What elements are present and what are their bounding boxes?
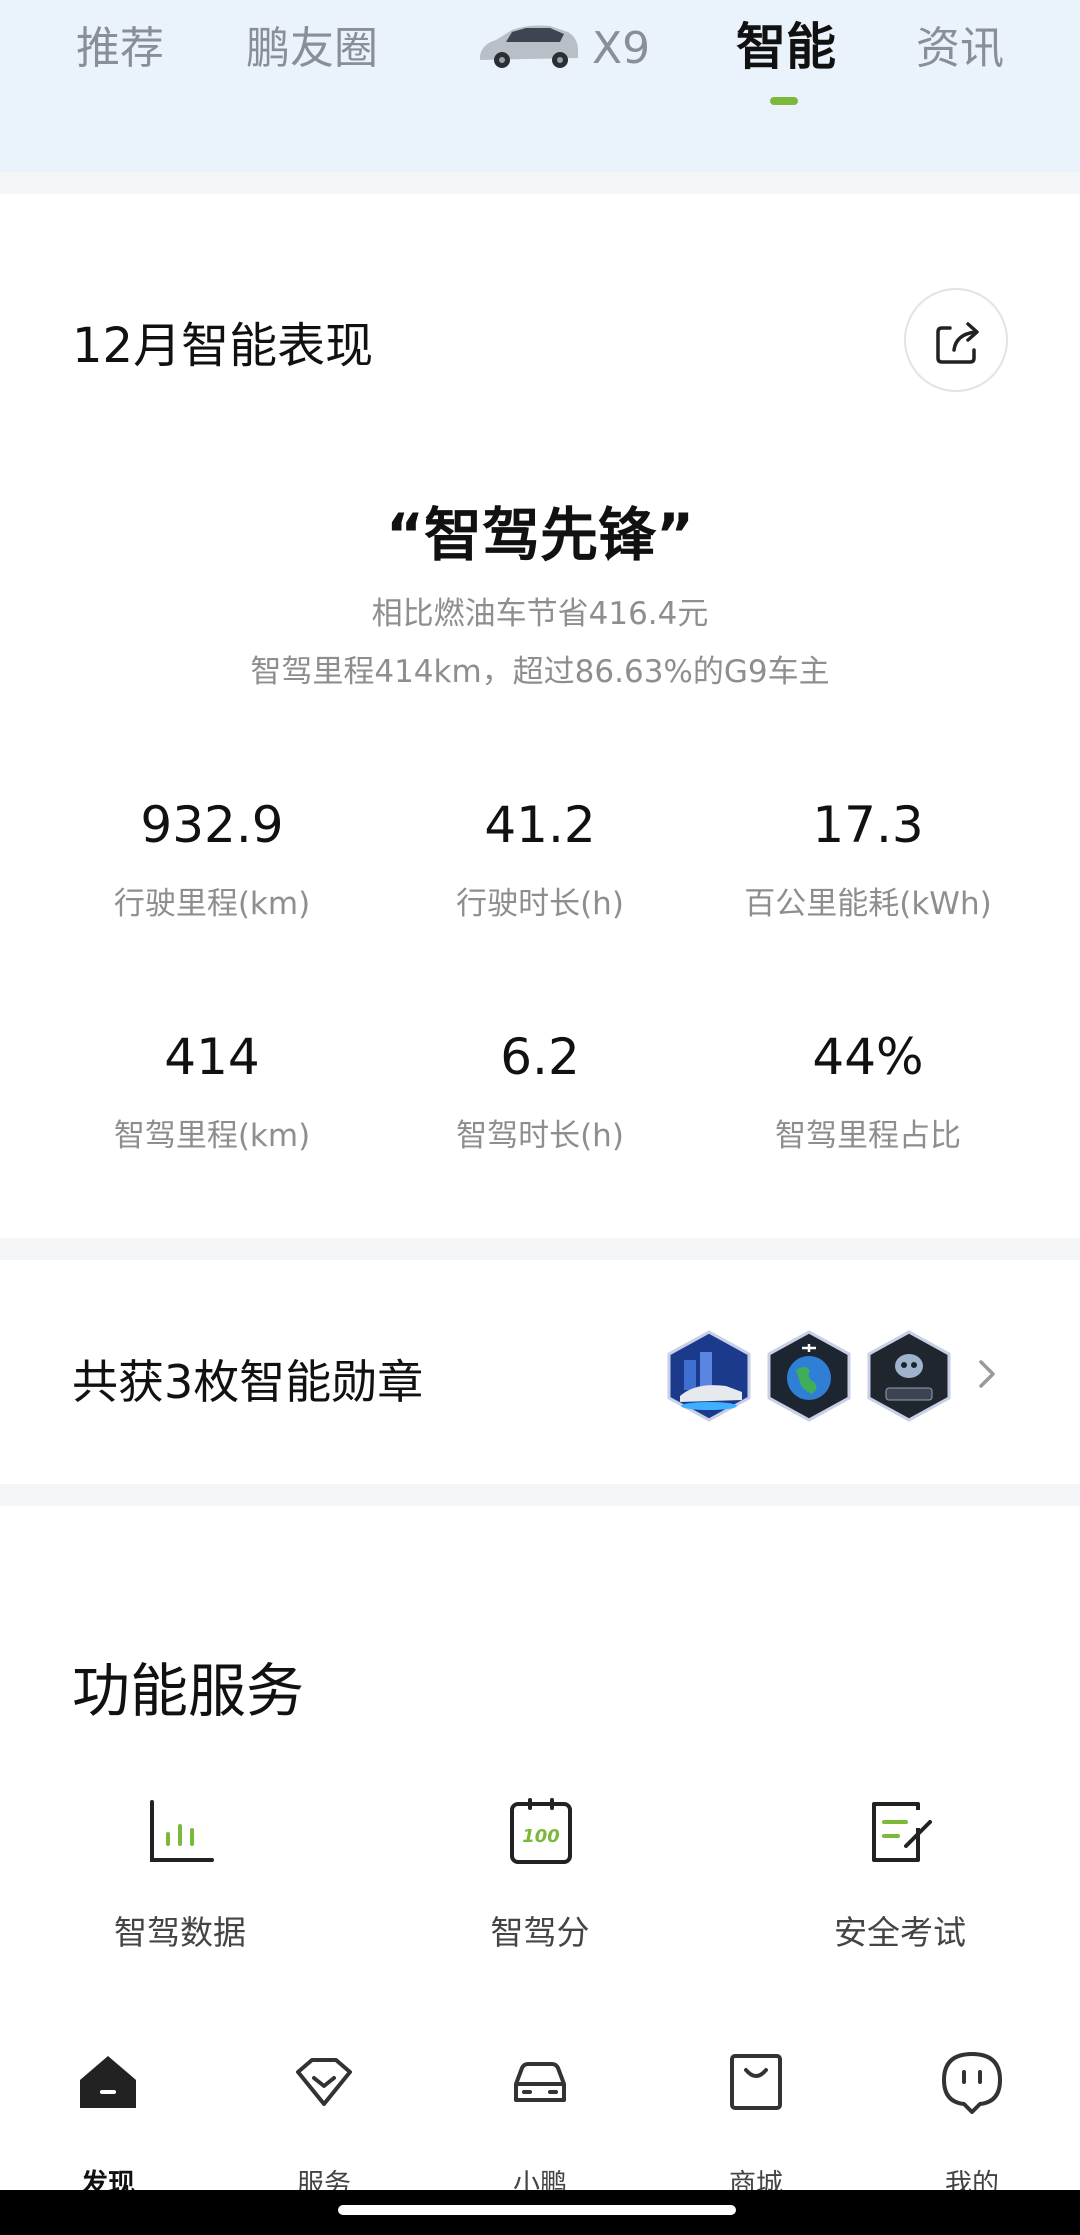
safety-exam-item[interactable]: 安全考试 — [720, 1796, 1080, 1996]
chevron-right-icon[interactable] — [972, 1354, 1002, 1394]
badges-title[interactable]: 共获3枚智能勋章 — [72, 1346, 423, 1412]
stat-label: 智驾里程占比 — [775, 1118, 961, 1154]
shop-bag-icon — [730, 2054, 782, 2110]
stat-value: 41.2 — [484, 796, 596, 854]
stat-value: 932.9 — [140, 796, 284, 854]
stat-value: 414 — [164, 1028, 260, 1086]
section-divider — [0, 1484, 1080, 1506]
xiaop-robot-badge-icon[interactable] — [866, 1330, 952, 1422]
bottom-nav: 发现 服务 小鹏 商城 我的 — [0, 2020, 1080, 2200]
nav-xpeng[interactable]: 小鹏 — [432, 2050, 648, 2200]
savings-text: 相比燃油车节省416.4元 — [371, 596, 709, 632]
score-glyph: 100 — [522, 1826, 560, 1847]
section-divider — [0, 1238, 1080, 1260]
driving-score-item[interactable]: 100 智驾分 — [360, 1796, 720, 1996]
nav-service[interactable]: 服务 — [216, 2050, 432, 2200]
score-100-icon: 100 — [510, 1798, 572, 1864]
nav-mine[interactable]: 我的 — [864, 2050, 1080, 2200]
profile-icon — [942, 2052, 1002, 2114]
active-tab-indicator — [770, 97, 798, 105]
report-title: 12月智能表现 — [72, 318, 374, 374]
x9-car-icon[interactable] — [476, 22, 582, 70]
nav-discover[interactable]: 发现 — [0, 2050, 216, 2200]
tab-smart[interactable]: 智能 — [736, 12, 836, 82]
stat-value: 17.3 — [812, 796, 924, 854]
tab-recommend[interactable]: 推荐 — [76, 14, 164, 84]
stat-value: 6.2 — [500, 1028, 580, 1086]
stat-label: 百公里能耗(kWh) — [744, 886, 992, 922]
stat-label: 行驶里程(km) — [113, 886, 311, 922]
top-tab-bar: 推荐 鹏友圈 X9 智能 资讯 — [0, 0, 1080, 172]
stat-value: 44% — [812, 1028, 924, 1086]
home-indicator[interactable] — [338, 2205, 736, 2215]
car-icon — [514, 2062, 566, 2102]
service-icon — [296, 2058, 352, 2106]
driving-data-item[interactable]: 智驾数据 — [0, 1796, 360, 1996]
bar-chart-icon — [150, 1800, 214, 1862]
stat-label: 行驶时长(h) — [456, 886, 624, 922]
share-button[interactable] — [904, 288, 1008, 392]
tab-x9[interactable]: X9 — [592, 14, 650, 84]
nav-shop[interactable]: 商城 — [648, 2050, 864, 2200]
home-icon — [80, 2056, 136, 2108]
share-icon — [936, 322, 979, 364]
stat-label: 智驾里程(km) — [113, 1118, 311, 1154]
tab-friends[interactable]: 鹏友圈 — [246, 14, 378, 84]
performance-headline: “智驾先锋” — [385, 501, 695, 569]
section-divider — [0, 172, 1080, 194]
functions-title: 功能服务 — [72, 1657, 305, 1725]
tab-news[interactable]: 资讯 — [916, 14, 1004, 84]
city-car-badge-icon[interactable] — [666, 1330, 752, 1422]
earth-badge-icon[interactable] — [766, 1330, 852, 1422]
exam-edit-icon — [872, 1802, 932, 1862]
driving-score-label: 智驾分 — [490, 1913, 590, 1952]
driving-data-label: 智驾数据 — [114, 1913, 246, 1952]
safety-exam-label: 安全考试 — [834, 1913, 966, 1952]
stat-label: 智驾时长(h) — [456, 1118, 624, 1154]
summary-text: 智驾里程414km，超过86.63%的G9车主 — [250, 654, 830, 690]
